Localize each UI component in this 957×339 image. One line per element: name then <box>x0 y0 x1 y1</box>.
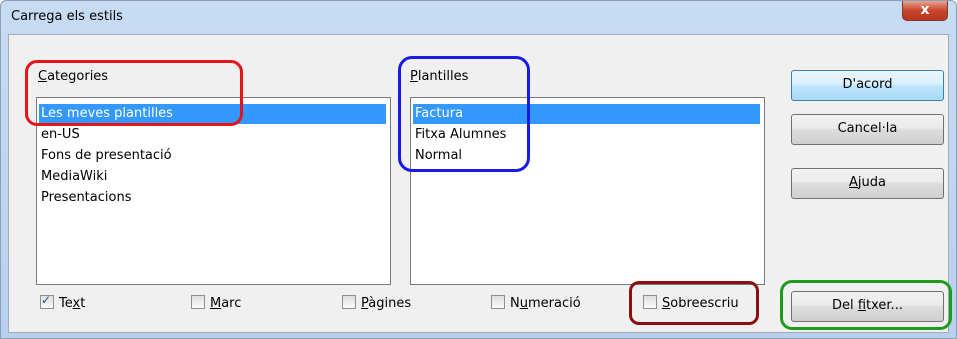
annotation-red-outline <box>25 60 243 126</box>
ok-button[interactable]: D'acord <box>791 70 944 101</box>
frame-checkbox[interactable]: Marc <box>191 295 241 311</box>
annotation-darkred-outline <box>629 281 759 325</box>
cancel-button[interactable]: Cancel·la <box>791 114 944 145</box>
annotation-blue-outline <box>398 56 530 172</box>
checkbox-box[interactable]: ✓ <box>40 293 54 309</box>
list-item[interactable]: MediaWiki <box>39 167 107 187</box>
checkbox-box[interactable] <box>491 295 505 309</box>
checkbox-box[interactable] <box>191 295 205 309</box>
window-title: Carrega els estils <box>11 9 123 24</box>
help-button[interactable]: Ajuda <box>791 168 944 199</box>
list-item[interactable]: Fons de presentació <box>39 146 172 166</box>
text-checkbox[interactable]: ✓ Text <box>40 293 85 311</box>
annotation-green-outline <box>780 280 952 330</box>
list-item[interactable]: Presentacions <box>39 188 131 208</box>
close-icon: x <box>920 2 930 18</box>
checkmark-icon: ✓ <box>41 293 52 307</box>
checkbox-box[interactable] <box>342 295 356 309</box>
close-button[interactable]: x <box>902 1 948 21</box>
numbering-checkbox[interactable]: Numeració <box>491 295 581 311</box>
list-item[interactable]: en-US <box>39 125 80 145</box>
pages-checkbox[interactable]: Pàgines <box>342 295 411 311</box>
title-bar[interactable]: Carrega els estils x <box>1 1 956 33</box>
